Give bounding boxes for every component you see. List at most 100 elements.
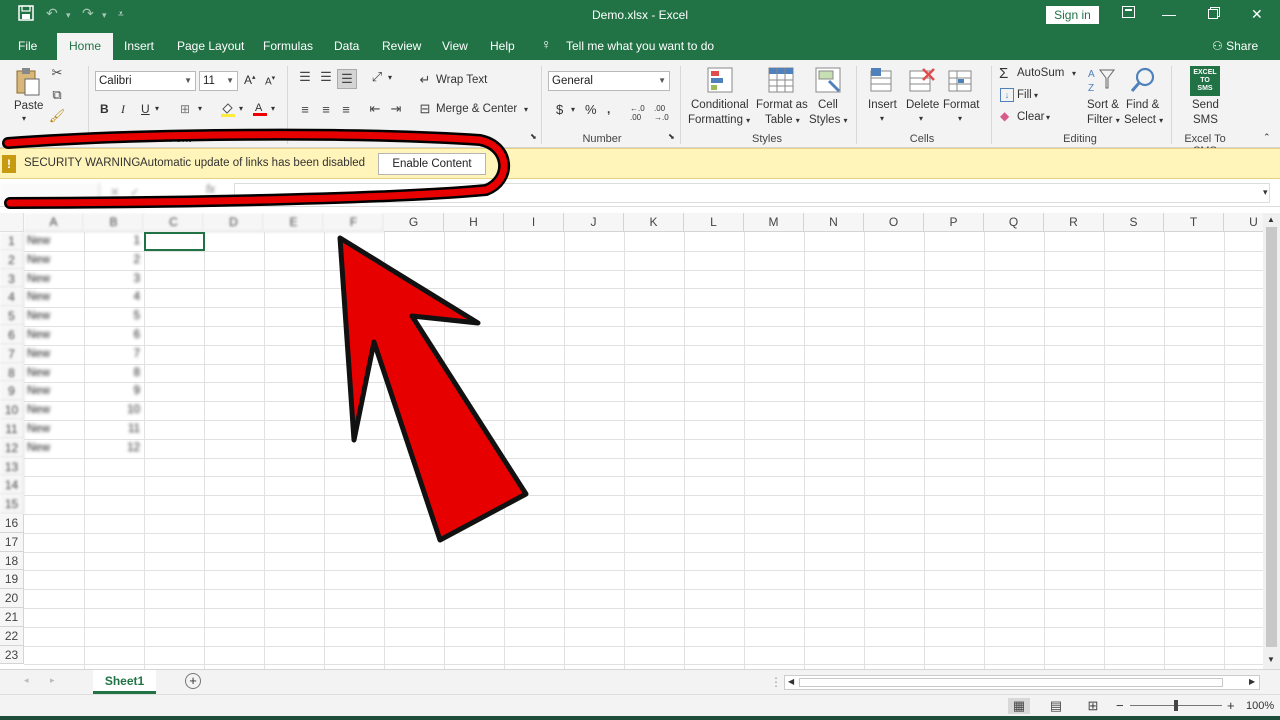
- insert-cells-label[interactable]: Insert: [868, 99, 897, 111]
- copy-icon[interactable]: ⧉: [49, 87, 65, 103]
- align-center-icon[interactable]: ≡: [318, 102, 334, 117]
- row-header[interactable]: 21: [0, 608, 24, 627]
- share-button[interactable]: ⚇ Share: [1212, 39, 1258, 53]
- cell-a[interactable]: New: [27, 442, 50, 454]
- clear-dropdown-icon[interactable]: ▾: [1046, 113, 1050, 122]
- cell-a[interactable]: New: [27, 385, 50, 397]
- format-as-table-label-2[interactable]: Table ▾: [765, 114, 800, 126]
- row-header[interactable]: 18: [0, 551, 24, 571]
- number-dialog-launcher-icon[interactable]: ⬊: [668, 132, 675, 141]
- page-layout-view-icon[interactable]: ▤: [1045, 698, 1067, 714]
- expand-formula-bar-icon[interactable]: ▾: [1263, 187, 1268, 198]
- fill-color-dropdown-icon[interactable]: ▾: [239, 104, 243, 113]
- cell-b[interactable]: 9: [84, 385, 140, 397]
- bottom-align-icon[interactable]: ☰: [337, 69, 357, 89]
- find-select-label-2[interactable]: Select ▾: [1124, 114, 1163, 126]
- column-header[interactable]: K: [624, 213, 684, 232]
- hscroll-thumb[interactable]: [799, 678, 1223, 687]
- cell-styles-label-2[interactable]: Styles ▾: [809, 114, 848, 126]
- tab-home[interactable]: Home: [57, 33, 114, 60]
- cell-b[interactable]: 8: [84, 367, 140, 379]
- column-header[interactable]: R: [1044, 213, 1104, 232]
- fill-color-icon[interactable]: [220, 101, 236, 117]
- decrease-decimal-icon[interactable]: .00 →.0: [654, 104, 669, 122]
- sort-filter-label[interactable]: Sort &: [1087, 99, 1119, 111]
- merge-center-button[interactable]: Merge & Center: [436, 103, 517, 115]
- sort-filter-icon[interactable]: AZ: [1087, 66, 1115, 94]
- tell-me-search[interactable]: Tell me what you want to do: [566, 39, 714, 53]
- delete-cells-label[interactable]: Delete: [906, 99, 939, 111]
- decrease-indent-icon[interactable]: ⇤: [367, 101, 383, 116]
- zoom-level[interactable]: 100%: [1246, 700, 1274, 712]
- delete-cells-icon[interactable]: [908, 66, 936, 94]
- sort-filter-label-2[interactable]: Filter ▾: [1087, 114, 1120, 126]
- font-color-dropdown-icon[interactable]: ▾: [271, 104, 275, 113]
- tab-formulas[interactable]: Formulas: [263, 39, 313, 53]
- column-header[interactable]: H: [444, 213, 504, 232]
- merge-dropdown-icon[interactable]: ▾: [524, 105, 528, 114]
- scroll-down-icon[interactable]: ▼: [1267, 655, 1275, 664]
- zoom-out-icon[interactable]: −: [1116, 698, 1124, 713]
- column-header[interactable]: M: [744, 213, 804, 232]
- send-sms-label-2[interactable]: SMS: [1193, 114, 1218, 126]
- sheet-tab-sheet1[interactable]: Sheet1: [93, 670, 156, 694]
- percent-icon[interactable]: %: [585, 102, 597, 117]
- bold-icon[interactable]: B: [100, 102, 109, 116]
- currency-icon[interactable]: $: [556, 102, 563, 117]
- scroll-up-icon[interactable]: ▲: [1267, 215, 1275, 224]
- cell-a[interactable]: New: [27, 423, 50, 435]
- fill-button[interactable]: Fill: [1017, 89, 1032, 101]
- number-format-select[interactable]: General ▼: [548, 71, 670, 91]
- cell-a[interactable]: New: [27, 310, 50, 322]
- increase-decimal-icon[interactable]: ←.0.00: [630, 104, 645, 122]
- format-cells-icon[interactable]: [947, 66, 975, 94]
- send-sms-label[interactable]: Send: [1192, 99, 1219, 111]
- tab-split-handle[interactable]: ⋮: [770, 675, 782, 689]
- tab-data[interactable]: Data: [334, 39, 359, 53]
- borders-dropdown-icon[interactable]: ▾: [198, 104, 202, 113]
- active-cell[interactable]: [144, 232, 205, 251]
- cell-styles-label[interactable]: Cell: [818, 99, 838, 111]
- name-box[interactable]: [0, 183, 100, 203]
- autosum-icon[interactable]: Σ: [999, 65, 1008, 82]
- cell-styles-icon[interactable]: [814, 66, 842, 94]
- cell-a[interactable]: New: [27, 348, 50, 360]
- underline-icon[interactable]: U: [141, 102, 150, 116]
- increase-font-icon[interactable]: A▴: [244, 73, 256, 87]
- format-painter-icon[interactable]: 🖌: [49, 108, 66, 124]
- wrap-text-icon[interactable]: ↵: [418, 72, 432, 87]
- underline-dropdown-icon[interactable]: ▾: [155, 104, 159, 113]
- row-header[interactable]: 22: [0, 626, 24, 646]
- paste-label[interactable]: Paste: [14, 100, 43, 112]
- zoom-in-icon[interactable]: +: [1227, 698, 1235, 713]
- scroll-thumb[interactable]: [1266, 227, 1277, 647]
- font-name-select[interactable]: Calibri ▼: [95, 71, 196, 91]
- align-left-icon[interactable]: ≡: [297, 102, 313, 117]
- format-dropdown-icon[interactable]: ▾: [958, 114, 962, 123]
- row-header[interactable]: 16: [0, 514, 24, 533]
- maximize-icon[interactable]: [1208, 6, 1220, 22]
- fill-icon[interactable]: ↓: [1000, 88, 1014, 102]
- cell-b[interactable]: 4: [84, 291, 140, 303]
- autosum-button[interactable]: AutoSum: [1017, 67, 1064, 79]
- format-cells-label[interactable]: Format: [943, 99, 979, 111]
- ribbon-display-options-icon[interactable]: [1122, 6, 1135, 21]
- currency-dropdown-icon[interactable]: ▾: [571, 105, 575, 114]
- prev-sheet-icon[interactable]: ◂: [24, 675, 29, 686]
- row-header[interactable]: 20: [0, 589, 24, 608]
- insert-function-icon[interactable]: fx: [206, 184, 215, 196]
- italic-icon[interactable]: I: [121, 102, 125, 117]
- cell-a[interactable]: New: [27, 367, 50, 379]
- cell-a[interactable]: New: [27, 254, 50, 266]
- column-header[interactable]: I: [504, 213, 564, 232]
- font-color-icon[interactable]: A: [252, 100, 268, 116]
- conditional-formatting-label[interactable]: Conditional: [691, 99, 749, 111]
- normal-view-icon[interactable]: ▦: [1008, 698, 1030, 714]
- cut-icon[interactable]: ✂: [49, 65, 65, 81]
- conditional-formatting-icon[interactable]: [706, 66, 734, 94]
- next-sheet-icon[interactable]: ▸: [50, 675, 55, 686]
- column-header[interactable]: L: [684, 213, 744, 232]
- tab-file[interactable]: File: [18, 39, 37, 53]
- add-sheet-icon[interactable]: +: [185, 673, 201, 689]
- enable-content-button[interactable]: Enable Content: [378, 153, 486, 175]
